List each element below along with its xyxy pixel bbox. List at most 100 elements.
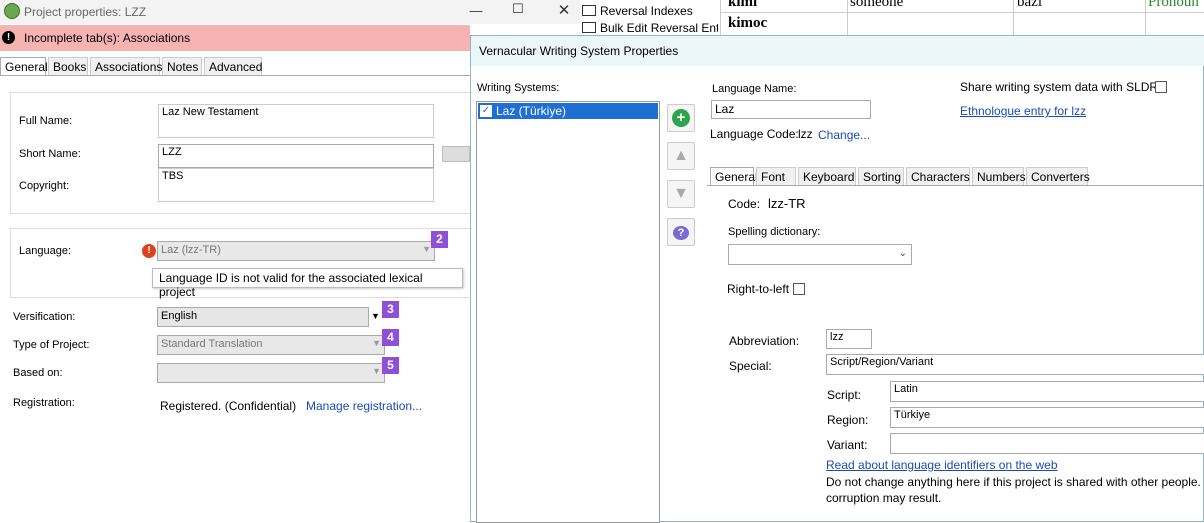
share-sldr-checkbox[interactable] <box>1155 81 1167 93</box>
abbreviation-field[interactable]: lzz <box>826 329 872 349</box>
language-value: Laz (lzz-TR) <box>161 244 221 256</box>
ws-item-label: Laz (Türkiye) <box>496 104 567 118</box>
code-label: Code: <box>728 197 761 211</box>
full-name-label: Full Name: <box>19 115 73 127</box>
error-icon: ! <box>142 244 156 258</box>
tab-notes[interactable]: Notes <box>162 57 202 75</box>
warning-bar: ! Incomplete tab(s): Associations <box>0 25 470 51</box>
language-code-value: lzz <box>798 127 813 141</box>
tab-divider <box>707 185 1204 186</box>
versification-combo[interactable]: English <box>157 307 369 327</box>
abbreviation-label: Abbreviation: <box>729 334 800 348</box>
tab-general[interactable]: General <box>0 57 48 76</box>
chevron-down-icon: ⌄ <box>898 248 907 259</box>
copyright-label: Copyright: <box>19 180 70 192</box>
add-ws-button[interactable]: + <box>667 104 695 132</box>
chevron-down-icon: ▼ <box>422 244 431 254</box>
tab-font[interactable]: Font <box>756 167 796 186</box>
variant-label: Variant: <box>827 438 868 452</box>
writing-systems-list[interactable]: ✓ Laz (Türkiye) <box>476 101 660 523</box>
step-badge-5: 5 <box>382 357 399 374</box>
divider <box>720 0 721 36</box>
move-up-button[interactable]: ▲ <box>667 142 695 170</box>
menu-item-reversal-indexes[interactable]: Reversal Indexes <box>600 4 693 18</box>
ethnologue-link[interactable]: Ethnologue entry for lzz <box>960 104 1086 118</box>
warning-note-line-2: corruption may result. <box>826 491 942 505</box>
rtl-checkbox[interactable] <box>793 283 805 295</box>
col-divider <box>1145 0 1146 36</box>
ws-item-laz[interactable]: ✓ Laz (Türkiye) <box>478 103 658 119</box>
read-identifiers-link[interactable]: Read about language identifiers on the w… <box>826 458 1058 472</box>
registration-label: Registration: <box>13 397 75 409</box>
maximize-icon[interactable]: ☐ <box>508 1 528 17</box>
arrow-up-icon: ▲ <box>673 147 689 164</box>
region-combo[interactable]: Türkiye <box>890 407 1204 428</box>
short-name-field[interactable]: LZZ <box>158 144 434 168</box>
chevron-down-icon[interactable]: ▼ <box>371 311 380 321</box>
step-badge-3: 3 <box>382 301 399 318</box>
word-cell: kimi <box>728 0 758 10</box>
category-cell: Pronoun <box>1148 0 1199 10</box>
language-name-label: Language Name: <box>712 83 797 95</box>
language-combo[interactable]: Laz (lzz-TR) ▼ <box>157 241 435 261</box>
dialog-title-bar: Vernacular Writing System Properties <box>471 36 1204 66</box>
col-divider <box>1013 0 1014 36</box>
based-on-combo[interactable]: ▼ <box>157 363 385 383</box>
variant-field[interactable] <box>890 433 1204 454</box>
menu-item-bulk-edit[interactable]: Bulk Edit Reversal Entries <box>600 21 718 35</box>
short-name-button[interactable] <box>442 146 470 162</box>
tab-sorting[interactable]: Sorting <box>858 167 904 186</box>
project-type-label: Type of Project: <box>13 339 90 351</box>
arrow-down-icon: ▼ <box>673 185 689 202</box>
gloss-cell: someone <box>850 0 904 10</box>
background-app: Reversal Indexes Bulk Edit Reversal Entr… <box>580 0 1204 36</box>
tab-numbers[interactable]: Numbers <box>972 167 1026 186</box>
plus-icon: + <box>672 109 690 127</box>
table-icon <box>582 5 596 16</box>
tab-books[interactable]: Books <box>48 57 88 75</box>
project-type-combo[interactable]: Standard Translation ▼ <box>157 335 385 355</box>
tab-advanced[interactable]: Advanced <box>204 57 262 75</box>
row-divider <box>720 12 1204 13</box>
special-combo[interactable]: Script/Region/Variant <box>826 354 1204 375</box>
spelling-dictionary-label: Spelling dictionary: <box>728 226 821 238</box>
minimize-icon[interactable]: — <box>466 3 486 18</box>
rtl-label: Right-to-left <box>727 282 790 296</box>
share-sldr-label: Share writing system data with SLDR <box>960 80 1159 94</box>
tab-associations[interactable]: Associations <box>90 57 162 75</box>
checkbox-icon[interactable]: ✓ <box>480 105 492 117</box>
manage-registration-link[interactable]: Manage registration... <box>306 399 422 413</box>
language-code-label: Language Code: <box>710 127 799 141</box>
tab-divider <box>0 75 470 76</box>
chevron-down-icon: ▼ <box>372 338 381 348</box>
tab-general[interactable]: General <box>710 167 758 186</box>
step-badge-2: 2 <box>431 231 448 248</box>
full-name-field[interactable]: Laz New Testament <box>158 104 434 138</box>
move-down-button[interactable]: ▼ <box>667 180 695 208</box>
tab-characters[interactable]: Characters <box>906 167 970 186</box>
dialog-title: Vernacular Writing System Properties <box>479 44 679 58</box>
close-icon[interactable]: ✕ <box>554 1 574 19</box>
language-label: Language: <box>19 245 71 257</box>
based-on-label: Based on: <box>13 367 63 379</box>
warning-note-line-1: Do not change anything here if this proj… <box>826 475 1201 489</box>
tab-keyboard[interactable]: Keyboard <box>798 167 856 186</box>
help-button[interactable]: ? <box>667 218 695 246</box>
gloss-cell: bazi <box>1017 0 1042 10</box>
warning-text: Incomplete tab(s): Associations <box>24 31 191 45</box>
tab-converters[interactable]: Converters <box>1026 167 1090 186</box>
script-combo[interactable]: Latin <box>890 381 1204 402</box>
versification-label: Versification: <box>13 311 76 323</box>
language-name-field[interactable]: Laz <box>711 100 871 119</box>
word-cell: kimoc <box>728 15 768 31</box>
change-code-link[interactable]: Change... <box>818 128 870 142</box>
warning-icon: ! <box>2 31 15 44</box>
title-bar: Project properties: LZZ — ☐ ✕ <box>0 0 580 24</box>
app-icon <box>4 3 20 19</box>
versification-value: English <box>161 310 198 322</box>
spelling-dictionary-combo[interactable]: ⌄ <box>728 244 912 265</box>
copyright-field[interactable]: TBS <box>158 168 434 202</box>
region-label: Region: <box>827 413 869 427</box>
help-icon: ? <box>673 226 689 240</box>
table-icon <box>582 22 596 33</box>
